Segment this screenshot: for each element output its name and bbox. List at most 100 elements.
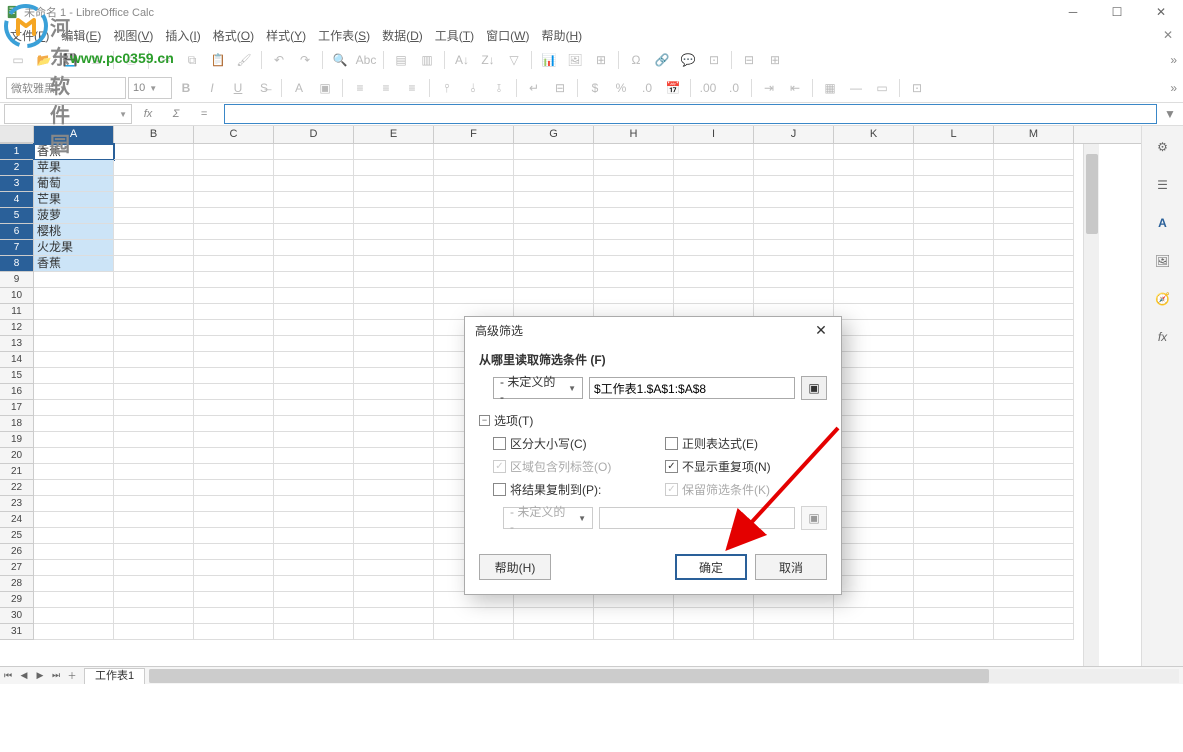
col-header-G[interactable]: G xyxy=(514,126,594,143)
cell[interactable] xyxy=(674,256,754,272)
cell[interactable] xyxy=(994,592,1074,608)
sidebar-navigator-icon[interactable]: 🧭 xyxy=(1148,284,1178,314)
row-header-12[interactable]: 12 xyxy=(0,320,34,336)
inc-indent-button[interactable]: ⇥ xyxy=(757,76,781,100)
menu-data[interactable]: 数据(D) xyxy=(376,24,429,47)
cell[interactable] xyxy=(34,432,114,448)
cell[interactable] xyxy=(594,608,674,624)
cell[interactable] xyxy=(114,224,194,240)
cell[interactable] xyxy=(594,224,674,240)
cell[interactable] xyxy=(34,448,114,464)
cell[interactable] xyxy=(114,464,194,480)
cell[interactable] xyxy=(994,176,1074,192)
cell[interactable] xyxy=(994,416,1074,432)
cell[interactable] xyxy=(354,416,434,432)
cell[interactable] xyxy=(834,576,914,592)
dialog-close-button[interactable]: ✕ xyxy=(811,320,831,340)
cell[interactable] xyxy=(834,480,914,496)
menu-insert[interactable]: 插入(I) xyxy=(159,24,206,47)
align-center-button[interactable]: ≡ xyxy=(374,76,398,100)
cell[interactable] xyxy=(834,144,914,160)
cell[interactable] xyxy=(994,464,1074,480)
cell[interactable] xyxy=(914,416,994,432)
cell[interactable] xyxy=(914,256,994,272)
cell[interactable] xyxy=(914,288,994,304)
cell[interactable] xyxy=(194,144,274,160)
cell[interactable] xyxy=(594,624,674,640)
cell[interactable] xyxy=(514,144,594,160)
chart-button[interactable]: 📊 xyxy=(537,48,561,72)
cell[interactable] xyxy=(274,256,354,272)
border-color-button[interactable]: ▭ xyxy=(870,76,894,100)
cell[interactable] xyxy=(274,384,354,400)
align-right-button[interactable]: ≡ xyxy=(400,76,424,100)
cell[interactable] xyxy=(194,160,274,176)
save-button[interactable]: 💾 xyxy=(58,48,82,72)
cell[interactable] xyxy=(274,400,354,416)
row-button[interactable]: ▤ xyxy=(389,48,413,72)
cell[interactable] xyxy=(194,240,274,256)
cell[interactable] xyxy=(914,336,994,352)
cell[interactable] xyxy=(914,352,994,368)
cell[interactable] xyxy=(434,192,514,208)
cell[interactable] xyxy=(994,624,1074,640)
cell[interactable] xyxy=(914,448,994,464)
row-header-13[interactable]: 13 xyxy=(0,336,34,352)
cell[interactable] xyxy=(914,240,994,256)
copy-button[interactable]: ⧉ xyxy=(180,48,204,72)
col-header-L[interactable]: L xyxy=(914,126,994,143)
cell[interactable] xyxy=(994,480,1074,496)
cell[interactable] xyxy=(194,272,274,288)
row-header-20[interactable]: 20 xyxy=(0,448,34,464)
cell[interactable] xyxy=(514,256,594,272)
cell[interactable] xyxy=(274,304,354,320)
cell[interactable] xyxy=(114,352,194,368)
cell[interactable] xyxy=(354,224,434,240)
cell[interactable] xyxy=(114,240,194,256)
col-header-E[interactable]: E xyxy=(354,126,434,143)
cell[interactable] xyxy=(194,464,274,480)
cell[interactable] xyxy=(674,176,754,192)
cell[interactable] xyxy=(834,432,914,448)
cancel-button[interactable]: 取消 xyxy=(755,554,827,580)
cell[interactable] xyxy=(514,272,594,288)
split-button[interactable]: ⊞ xyxy=(763,48,787,72)
wrap-button[interactable]: ↵ xyxy=(522,76,546,100)
row-header-27[interactable]: 27 xyxy=(0,560,34,576)
cell[interactable] xyxy=(914,192,994,208)
cell[interactable] xyxy=(194,304,274,320)
col-header-B[interactable]: B xyxy=(114,126,194,143)
cell[interactable] xyxy=(914,272,994,288)
row-header-1[interactable]: 1 xyxy=(0,144,34,160)
find-button[interactable]: 🔍 xyxy=(328,48,352,72)
cell[interactable] xyxy=(354,208,434,224)
cell[interactable] xyxy=(354,592,434,608)
cell[interactable] xyxy=(114,208,194,224)
cell[interactable] xyxy=(834,464,914,480)
cell[interactable] xyxy=(834,160,914,176)
align-middle-button[interactable]: ⫰ xyxy=(461,76,485,100)
cell[interactable] xyxy=(514,160,594,176)
cell[interactable] xyxy=(354,624,434,640)
cell[interactable] xyxy=(914,544,994,560)
row-header-9[interactable]: 9 xyxy=(0,272,34,288)
cell[interactable] xyxy=(834,256,914,272)
conditional-button[interactable]: ⊡ xyxy=(905,76,929,100)
cell[interactable] xyxy=(514,176,594,192)
date-button[interactable]: 📅 xyxy=(661,76,685,100)
cell[interactable] xyxy=(834,240,914,256)
cell[interactable] xyxy=(194,432,274,448)
cell[interactable] xyxy=(354,288,434,304)
cell[interactable] xyxy=(274,320,354,336)
cell[interactable] xyxy=(194,208,274,224)
cell[interactable] xyxy=(914,528,994,544)
cell[interactable] xyxy=(914,384,994,400)
cell[interactable] xyxy=(354,528,434,544)
cell[interactable] xyxy=(994,320,1074,336)
cell[interactable] xyxy=(114,400,194,416)
cell[interactable] xyxy=(274,240,354,256)
tab-prev-button[interactable]: ◀ xyxy=(16,668,32,684)
cell[interactable] xyxy=(114,336,194,352)
menu-view[interactable]: 视图(V) xyxy=(107,24,159,47)
cell[interactable] xyxy=(674,208,754,224)
